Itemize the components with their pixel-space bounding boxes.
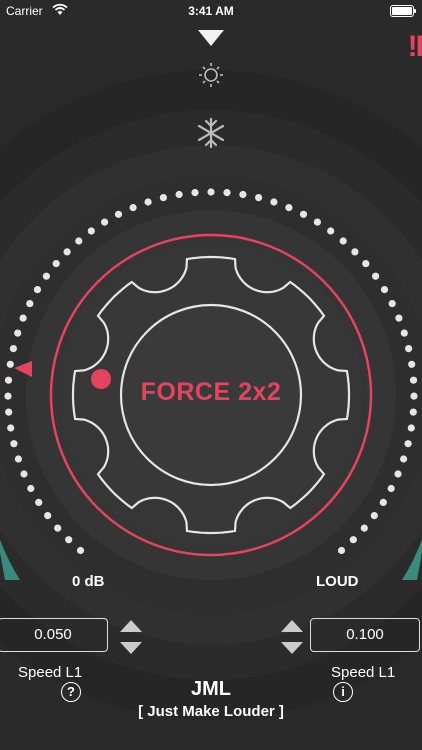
- top-triangle-icon: [198, 30, 224, 46]
- level-dot: [114, 210, 123, 218]
- level-dot: [239, 190, 247, 199]
- level-dot: [101, 218, 109, 226]
- right-speed-input[interactable]: 0.100: [310, 618, 420, 652]
- decrement-arrow-icon[interactable]: [281, 642, 303, 654]
- level-dot: [19, 314, 27, 322]
- level-dot: [76, 546, 85, 555]
- level-dot: [33, 286, 42, 294]
- level-dot: [129, 204, 137, 212]
- level-dot: [408, 360, 416, 368]
- right-speed-stepper[interactable]: [281, 620, 303, 654]
- app-subtitle: [ Just Make Louder ]: [138, 703, 284, 720]
- level-dot: [75, 237, 83, 245]
- level-dot: [26, 300, 34, 308]
- level-dot: [339, 237, 347, 245]
- level-dot: [191, 189, 199, 197]
- level-dot: [63, 248, 71, 256]
- level-dot: [52, 260, 60, 268]
- level-dot: [7, 424, 15, 432]
- level-dot: [5, 408, 13, 416]
- decrement-arrow-icon[interactable]: [120, 642, 142, 654]
- level-dot: [10, 440, 18, 448]
- level-dot: [370, 511, 378, 520]
- level-dot: [175, 190, 183, 199]
- level-dot: [255, 194, 263, 202]
- level-dot: [362, 260, 370, 268]
- level-dot: [9, 345, 17, 353]
- level-dot: [223, 189, 231, 197]
- level-dot: [159, 194, 167, 202]
- app-title: JML: [191, 678, 231, 700]
- level-dot: [27, 484, 35, 493]
- level-dot: [65, 536, 73, 544]
- level-dot: [405, 345, 413, 353]
- level-dot: [313, 218, 321, 226]
- level-dot: [360, 524, 368, 532]
- left-speed-stepper[interactable]: [120, 620, 142, 654]
- level-dot: [270, 198, 278, 206]
- level-dot: [400, 329, 408, 337]
- level-dot: [380, 286, 389, 294]
- level-dot: [54, 524, 62, 532]
- increment-arrow-icon[interactable]: [120, 620, 142, 632]
- level-dot: [285, 204, 293, 212]
- level-dot: [299, 210, 308, 218]
- level-dot: [35, 498, 43, 506]
- level-dot: [409, 408, 417, 416]
- level-dot: [404, 440, 412, 448]
- level-dot: [14, 455, 22, 463]
- level-dot: [42, 272, 51, 280]
- level-dot: [44, 511, 52, 520]
- level-dot: [372, 272, 380, 280]
- level-dot: [400, 455, 408, 463]
- increment-arrow-icon[interactable]: [281, 620, 303, 632]
- min-level-label: 0 dB: [72, 573, 105, 590]
- max-level-label: LOUD: [316, 573, 359, 590]
- level-dot: [379, 498, 387, 506]
- level-dot: [337, 546, 346, 555]
- level-dot: [6, 360, 14, 368]
- level-dot: [20, 470, 28, 478]
- level-dot: [349, 536, 357, 544]
- level-dot: [387, 484, 395, 493]
- level-dot: [407, 424, 415, 432]
- level-dot: [327, 227, 335, 235]
- level-dot: [87, 227, 95, 235]
- level-dot: [14, 329, 22, 337]
- level-dot: [207, 188, 215, 196]
- level-dot: [394, 470, 402, 478]
- left-speed-input[interactable]: 0.050: [0, 618, 108, 652]
- level-dot: [351, 248, 359, 256]
- mode-label[interactable]: FORCE 2x2: [0, 378, 422, 407]
- level-dot: [388, 300, 396, 308]
- level-dot: [144, 198, 152, 206]
- level-dot: [395, 314, 403, 322]
